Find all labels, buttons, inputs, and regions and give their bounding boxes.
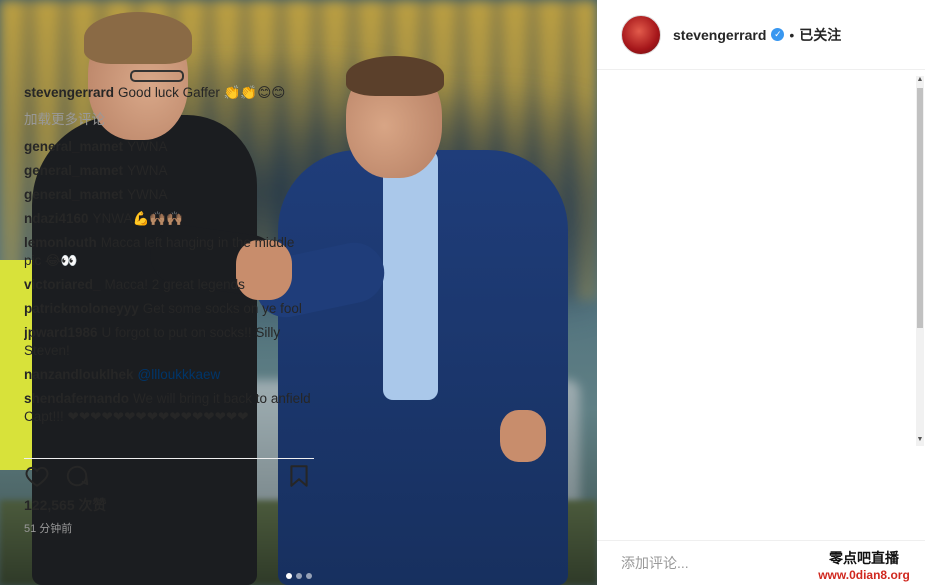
post-actions — [24, 458, 314, 488]
comment-rows: general_mamet YWNA general_mamet YWNA genera… — [24, 138, 314, 426]
comment-mention-link[interactable]: @llloukkkaew — [138, 367, 221, 382]
comment-text: YWNA — [127, 187, 168, 202]
carousel-dot[interactable] — [305, 573, 312, 579]
comment-username[interactable]: general_mamet — [24, 187, 123, 202]
caption-text: Good luck Gaffer 👏👏😊😊 — [118, 85, 286, 100]
comment-username[interactable]: lemonlouth — [24, 235, 97, 250]
scrollbar-thumb[interactable] — [917, 88, 923, 328]
caption: stevengerrard Good luck Gaffer 👏👏😊😊 — [24, 84, 314, 102]
load-more-comments-button[interactable]: 加载更多评论 — [24, 108, 314, 128]
left-man-hair — [84, 12, 192, 64]
comment-username[interactable]: ndazi4160 — [24, 211, 89, 226]
comment-text: YWNA — [127, 139, 168, 154]
post-header: stevengerrard ✓ • 已关注 — [597, 0, 925, 70]
bookmark-icon[interactable] — [286, 463, 312, 489]
comment-username[interactable]: patrickmoloneyyy — [24, 301, 139, 316]
comment-username[interactable]: general_mamet — [24, 139, 123, 154]
comment-row: general_mamet YWNA — [24, 186, 314, 204]
carousel-dot[interactable] — [295, 573, 302, 579]
watermark-url: www.0dian8.org — [818, 568, 910, 582]
left-man-glasses — [130, 70, 184, 82]
right-man-hair — [346, 56, 444, 96]
scroll-up-icon[interactable]: ▲ — [916, 76, 924, 86]
comment-bubble-icon[interactable] — [64, 463, 90, 489]
comment-row: ndazi4160 YNWA💪🙌🏽🙌🏽 — [24, 210, 314, 228]
comment-username[interactable]: general_mamet — [24, 163, 123, 178]
carousel-dot[interactable] — [285, 573, 292, 579]
post-side-panel: stevengerrard ✓ • 已关注 — [597, 0, 925, 585]
comments-list: stevengerrard Good luck Gaffer 👏👏😊😊 加载更多评… — [24, 84, 314, 446]
comment-row: nanzandlouklhek @llloukkkaew — [24, 366, 314, 384]
comment-text: YNWA💪🙌🏽🙌🏽 — [92, 211, 183, 226]
comment-username[interactable]: victoriared_ — [24, 277, 101, 292]
comment-username[interactable]: shendafernando — [24, 391, 129, 406]
comment-row: lemonlouth Macca left hanging in the midd… — [24, 234, 314, 270]
verified-badge-icon: ✓ — [771, 28, 785, 41]
right-man-hand — [500, 410, 546, 462]
comment-username[interactable]: nanzandlouklhek — [24, 367, 134, 382]
caption-username[interactable]: stevengerrard — [24, 85, 114, 100]
scroll-down-icon[interactable]: ▼ — [916, 436, 924, 446]
avatar[interactable] — [621, 14, 661, 55]
comment-text: Macca! 2 great legends — [104, 277, 245, 292]
right-man-shirt — [383, 150, 438, 400]
comment-row: general_mamet YWNA — [24, 162, 314, 180]
follow-button[interactable]: 已关注 — [799, 25, 841, 45]
header-username[interactable]: stevengerrard — [673, 27, 766, 43]
comment-text: Get some socks on ye fool — [142, 301, 302, 316]
comment-row: general_mamet YWNA — [24, 138, 314, 156]
comment-row: jpward1986 U forgot to put on socks!! Sil… — [24, 324, 314, 360]
comment-username[interactable]: jpward1986 — [24, 325, 98, 340]
comment-row: patrickmoloneyyy Get some socks on ye foo… — [24, 300, 314, 318]
carousel-indicator[interactable] — [0, 573, 597, 579]
header-separator: • — [789, 26, 795, 43]
comment-text: YWNA — [127, 163, 168, 178]
post-timestamp[interactable]: 51 分钟前 — [24, 520, 72, 536]
add-comment-input[interactable] — [621, 555, 821, 571]
watermark: 零点吧直播 www.0dian8.org — [812, 548, 916, 582]
comment-row: shendafernando We will bring it back to a… — [24, 390, 314, 426]
likes-count[interactable]: 122,565 次赞 — [24, 495, 107, 515]
watermark-title: 零点吧直播 — [829, 550, 899, 566]
heart-icon[interactable] — [24, 463, 50, 489]
comment-row: victoriared_ Macca! 2 great legends — [24, 276, 314, 294]
comments-scrollbar[interactable]: ▲ ▼ — [916, 76, 924, 446]
